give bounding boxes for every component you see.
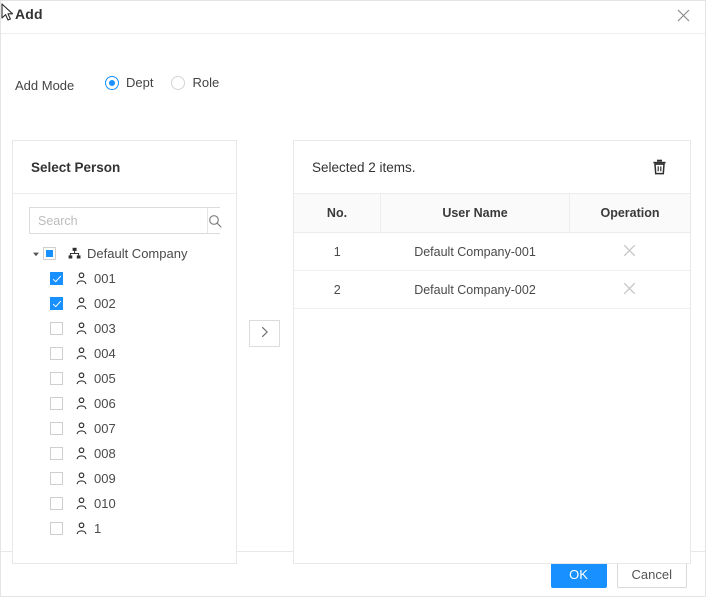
tree-node-003[interactable]: 003 [29, 316, 236, 341]
tree-checkbox-005[interactable] [50, 372, 63, 385]
caret-down-icon[interactable] [29, 250, 43, 258]
tree-node-002[interactable]: 002 [29, 291, 236, 316]
tree-node-007[interactable]: 007 [29, 416, 236, 441]
dialog-titlebar: Add [1, 1, 705, 34]
cancel-button[interactable]: Cancel [616, 560, 687, 588]
tree-checkbox-001[interactable] [50, 272, 63, 285]
tree-checkbox-009[interactable] [50, 472, 63, 485]
tree-node-001[interactable]: 001 [29, 266, 236, 291]
dialog-body: Add Mode Dept Role Select Person Search … [1, 34, 705, 564]
tree-label-001: 001 [94, 271, 116, 286]
cell-operation [569, 270, 690, 309]
person-icon [74, 397, 89, 410]
tree-checkbox-003[interactable] [50, 322, 63, 335]
tree-node-008[interactable]: 008 [29, 441, 236, 466]
person-icon [74, 472, 89, 485]
radio-dept[interactable]: Dept [105, 75, 153, 90]
tree-label-009: 009 [94, 471, 116, 486]
tree-node-006[interactable]: 006 [29, 391, 236, 416]
person-icon [74, 447, 89, 460]
table-row: 2 Default Company-002 [294, 270, 690, 309]
column-header-no: No. [294, 194, 381, 233]
close-icon[interactable] [673, 5, 693, 25]
ok-button[interactable]: OK [550, 560, 607, 588]
chevron-right-icon [260, 326, 270, 341]
search-box [29, 207, 222, 234]
tree-checkbox-1[interactable] [50, 522, 63, 535]
tree-node-005[interactable]: 005 [29, 366, 236, 391]
tree-label-008: 008 [94, 446, 116, 461]
tree-label-010: 010 [94, 496, 116, 511]
org-chart-icon [67, 247, 82, 260]
selected-items-header: Selected 2 items. [294, 141, 690, 194]
person-icon [74, 272, 89, 285]
tree-node-1[interactable]: 1 [29, 516, 236, 541]
select-person-title: Select Person [31, 159, 121, 175]
tree-label-006: 006 [94, 396, 116, 411]
person-icon [74, 322, 89, 335]
tree-label-005: 005 [94, 371, 116, 386]
tree-label-004: 004 [94, 346, 116, 361]
search-input[interactable] [30, 208, 207, 233]
remove-row-icon[interactable] [622, 243, 638, 259]
person-icon [74, 522, 89, 535]
radio-dept-label: Dept [126, 75, 154, 90]
table-header-row: No. User Name Operation [294, 194, 690, 233]
tree-checkbox-010[interactable] [50, 497, 63, 510]
table-row: 1 Default Company-001 [294, 232, 690, 271]
person-icon [74, 297, 89, 310]
radio-role-label: Role [192, 75, 220, 90]
add-mode-radio-group: Dept Role [105, 75, 219, 90]
tree-node-010[interactable]: 010 [29, 491, 236, 516]
tree-checkbox-007[interactable] [50, 422, 63, 435]
radio-dept-mark [105, 75, 119, 90]
cell-no: 1 [294, 232, 381, 271]
radio-role[interactable]: Role [171, 75, 219, 90]
add-mode-label: Add Mode [15, 78, 75, 93]
cell-user-name: Default Company-001 [380, 232, 570, 271]
tree-label-1: 1 [94, 521, 102, 536]
cell-user-name: Default Company-002 [380, 270, 570, 309]
transfer-right-button[interactable] [249, 320, 280, 347]
tree-node-004[interactable]: 004 [29, 341, 236, 366]
tree-node-009[interactable]: 009 [29, 466, 236, 491]
dialog-title: Add [15, 6, 43, 22]
tree-checkbox-default-company[interactable] [43, 247, 56, 260]
tree-label-007: 007 [94, 421, 116, 436]
person-tree: Default Company 001 002 003 004 005 006 … [13, 241, 236, 541]
cell-operation [569, 232, 690, 271]
person-icon [74, 422, 89, 435]
select-person-header: Select Person [13, 141, 236, 194]
selected-count-text: Selected 2 items. [312, 159, 416, 175]
tree-checkbox-006[interactable] [50, 397, 63, 410]
add-dialog: Add Add Mode Dept Role Select Person Sea… [0, 0, 706, 597]
column-header-user-name: User Name [380, 194, 570, 233]
person-icon [74, 497, 89, 510]
tree-label-default-company: Default Company [87, 246, 188, 261]
search-icon[interactable] [207, 208, 222, 233]
tree-node-default-company[interactable]: Default Company [29, 241, 236, 266]
column-header-operation: Operation [569, 194, 690, 233]
trash-icon[interactable] [650, 158, 668, 176]
tree-checkbox-004[interactable] [50, 347, 63, 360]
select-person-panel: Select Person Search Default Company 001… [12, 140, 237, 564]
selected-users-table: No. User Name Operation 1 Default Compan… [294, 194, 690, 309]
remove-row-icon[interactable] [622, 281, 638, 297]
tree-label-002: 002 [94, 296, 116, 311]
tree-checkbox-008[interactable] [50, 447, 63, 460]
cell-no: 2 [294, 270, 381, 309]
tree-label-003: 003 [94, 321, 116, 336]
tree-checkbox-002[interactable] [50, 297, 63, 310]
person-icon [74, 347, 89, 360]
radio-role-mark [171, 75, 186, 90]
add-mode-row: Add Mode Dept Role [1, 72, 705, 102]
person-icon [74, 372, 89, 385]
selected-items-panel: Selected 2 items. No. User Name Operatio… [293, 140, 691, 564]
